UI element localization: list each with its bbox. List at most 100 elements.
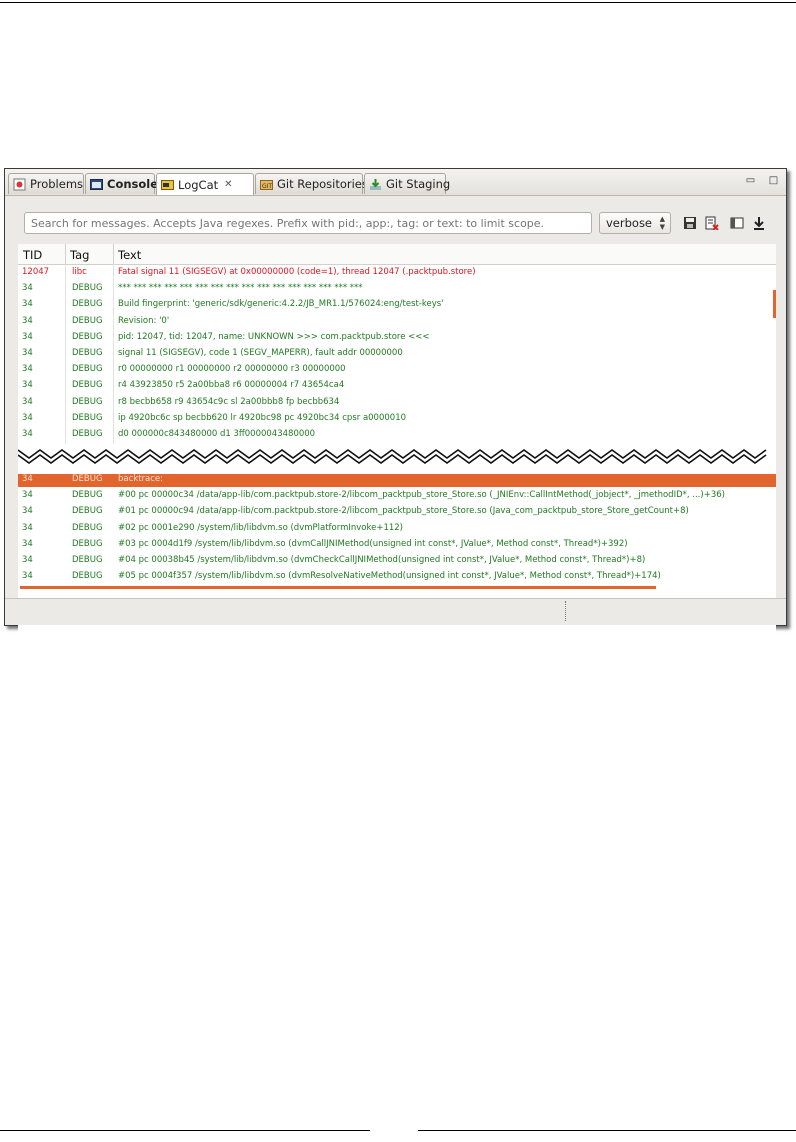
log-row[interactable]: 34 DEBUG #05 pc 0004f357 /system/lib/libd…: [18, 568, 776, 584]
log-tid: 34: [22, 315, 33, 326]
log-text: pid: 12047, tid: 12047, name: UNKNOWN >>…: [118, 331, 430, 342]
log-level-select[interactable]: verbose ▲ ▼: [599, 212, 671, 234]
log-text: Fatal signal 11 (SIGSEGV) at 0x00000000 …: [118, 267, 476, 277]
log-tid: 34: [22, 283, 33, 294]
log-tid: 34: [22, 522, 33, 533]
log-tid: 34: [22, 299, 33, 310]
console-icon: [90, 178, 103, 191]
column-header-tid[interactable]: TID: [23, 248, 42, 262]
toggle-panel-icon[interactable]: [730, 215, 744, 229]
tab-label: Git Staging: [386, 177, 451, 191]
log-tid: 34: [22, 331, 33, 342]
scroll-lock-icon[interactable]: [752, 215, 766, 230]
log-row[interactable]: 34 DEBUG d0 000000c843480000 d1 3ff000004…: [18, 426, 776, 442]
log-tag: DEBUG: [72, 364, 103, 375]
log-text: #00 pc 00000c34 /data/app-lib/com.packtp…: [118, 490, 725, 501]
log-tid: 34: [22, 506, 33, 517]
column-header-tag[interactable]: Tag: [70, 248, 89, 262]
log-text: d0 000000c843480000 d1 3ff0000043480000: [118, 429, 316, 439]
log-text: Build fingerprint: 'generic/sdk/generic:…: [118, 299, 444, 310]
log-tid: 34: [22, 538, 33, 549]
log-tag: DEBUG: [72, 299, 103, 310]
problems-icon: [13, 178, 26, 191]
log-text: ip 4920bc6c sp becbb620 lr 4920bc98 pc 4…: [118, 412, 407, 423]
log-text: #02 pc 0001e290 /system/lib/libdvm.so (d…: [118, 522, 403, 533]
git-staging-icon: [369, 178, 382, 191]
maximize-button[interactable]: □: [768, 175, 779, 186]
log-tid: 34: [22, 412, 33, 423]
spinner-arrows-icon: ▲ ▼: [659, 215, 665, 231]
log-table-header: TID Tag Text: [18, 244, 776, 265]
page-bottom-rule-right: [418, 1130, 796, 1131]
tab-logcat[interactable]: LogCat ✕: [156, 173, 254, 195]
log-row[interactable]: 34 DEBUG #01 pc 00000c94 /data/app-lib/co…: [18, 503, 776, 519]
log-text: Revision: '0': [118, 315, 170, 326]
clear-log-icon[interactable]: [705, 215, 719, 231]
log-tid: 34: [22, 555, 33, 565]
log-row[interactable]: 34 DEBUG r0 00000000 r1 00000000 r2 00000…: [18, 361, 776, 377]
git-repositories-icon: GIT: [260, 178, 273, 191]
column-header-text[interactable]: Text: [118, 248, 141, 262]
log-text: #04 pc 00038b45 /system/lib/libdvm.so (d…: [118, 555, 646, 565]
log-row[interactable]: 34 DEBUG r4 43923850 r5 2a00bba8 r6 00000…: [18, 377, 776, 393]
status-divider: [565, 601, 567, 621]
tab-label: Problems: [30, 177, 84, 191]
view-tab-bar: Problems Console LogCat ✕ GIT Git Reposi…: [5, 169, 786, 196]
log-tag: DEBUG: [72, 396, 103, 407]
log-row[interactable]: 34 DEBUG Revision: '0': [18, 313, 776, 329]
svg-text:GIT: GIT: [262, 183, 272, 190]
horizontal-scrollbar[interactable]: [20, 586, 656, 589]
log-tag: libc: [72, 267, 87, 277]
log-tag: DEBUG: [72, 429, 103, 439]
log-tid: 34: [22, 429, 33, 439]
log-row[interactable]: 34 DEBUG #04 pc 00038b45 /system/lib/libd…: [18, 552, 776, 568]
log-tag: DEBUG: [72, 380, 103, 391]
log-tid: 34: [22, 380, 33, 391]
log-text: #03 pc 0004d1f9 /system/lib/libdvm.so (d…: [118, 538, 628, 549]
log-text: r8 becbb658 r9 43654c9c sl 2a00bbb8 fp b…: [118, 396, 340, 407]
log-tid: 34: [22, 364, 33, 375]
page-bottom-rule-left: [0, 1130, 370, 1131]
tab-console[interactable]: Console: [85, 173, 159, 194]
tab-git-repositories[interactable]: GIT Git Repositories: [255, 173, 368, 194]
tab-label: LogCat: [178, 177, 219, 192]
tab-label: Git Repositories: [277, 177, 368, 191]
log-tid: 34: [22, 571, 33, 582]
log-tag: DEBUG: [72, 490, 103, 501]
log-row[interactable]: 34 DEBUG #02 pc 0001e290 /system/lib/libd…: [18, 520, 776, 536]
tab-problems[interactable]: Problems: [8, 173, 84, 194]
log-row[interactable]: 34 DEBUG Build fingerprint: 'generic/sdk/g…: [18, 296, 776, 312]
tab-git-staging[interactable]: Git Staging: [364, 173, 450, 194]
log-tag: DEBUG: [72, 331, 103, 342]
log-tag: DEBUG: [72, 348, 103, 358]
log-tag: DEBUG: [72, 555, 103, 565]
log-tag: DEBUG: [72, 522, 103, 533]
log-row[interactable]: 34 DEBUG ip 4920bc6c sp becbb620 lr 4920b…: [18, 410, 776, 426]
page-top-rule: [0, 2, 796, 3]
log-row[interactable]: 12047 libc Fatal signal 11 (SIGSEGV) at 0x…: [18, 264, 776, 280]
search-input[interactable]: [24, 212, 592, 234]
log-tag: DEBUG: [72, 506, 103, 517]
log-row[interactable]: 34 DEBUG signal 11 (SIGSEGV), code 1 (SEGV…: [18, 345, 776, 361]
save-icon[interactable]: [683, 215, 697, 229]
omitted-rows-break: [18, 444, 776, 474]
log-row[interactable]: 34 DEBUG #03 pc 0004d1f9 /system/lib/libd…: [18, 536, 776, 552]
log-text: #05 pc 0004f357 /system/lib/libdvm.so (d…: [118, 571, 661, 582]
logcat-toolbar: verbose ▲▼: [24, 212, 776, 234]
log-text: signal 11 (SIGSEGV), code 1 (SEGV_MAPERR…: [118, 348, 403, 358]
log-tid: 34: [22, 490, 33, 501]
minimize-button[interactable]: ▭: [745, 175, 756, 186]
log-level-value: verbose: [606, 216, 653, 230]
log-row[interactable]: 34 DEBUG *** *** *** *** *** *** *** *** *…: [18, 280, 776, 296]
tab-label: Console: [107, 177, 159, 191]
log-row[interactable]: 34 DEBUG #00 pc 00000c34 /data/app-lib/co…: [18, 487, 776, 503]
log-text: r0 00000000 r1 00000000 r2 00000000 r3 0…: [118, 364, 346, 375]
close-icon[interactable]: ✕: [224, 179, 232, 190]
log-tag: DEBUG: [72, 283, 103, 294]
log-row[interactable]: 34 DEBUG r8 becbb658 r9 43654c9c sl 2a00b…: [18, 394, 776, 410]
log-row[interactable]: 34 DEBUG pid: 12047, tid: 12047, name: UNK…: [18, 329, 776, 345]
log-text: *** *** *** *** *** *** *** *** *** *** …: [118, 283, 363, 294]
scrollbar-error-marker[interactable]: [773, 290, 776, 318]
log-tid: 34: [22, 348, 33, 358]
log-tid: 34: [22, 396, 33, 407]
